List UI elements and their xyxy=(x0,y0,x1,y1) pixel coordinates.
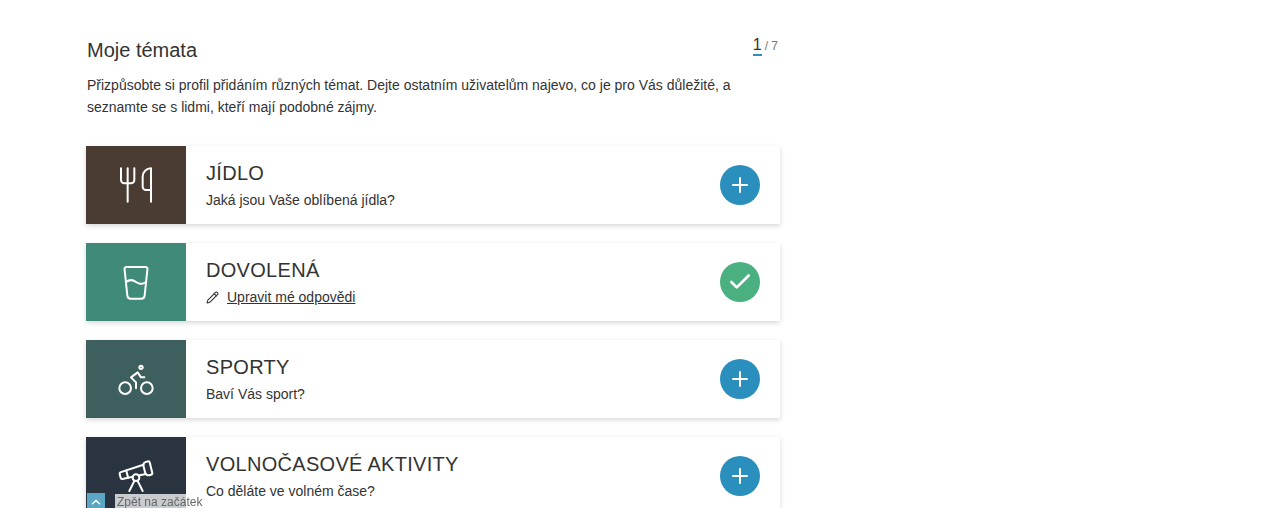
pager: 1/ 7 xyxy=(753,36,780,56)
topic-body: SPORTY Baví Vás sport? xyxy=(186,340,780,418)
topic-subtitle: Co děláte ve volném čase? xyxy=(206,482,459,500)
topic-subtitle: Baví Vás sport? xyxy=(206,385,305,403)
edit-answers-link[interactable]: Upravit mé odpovědi xyxy=(206,288,355,306)
add-topic-button[interactable] xyxy=(720,456,760,496)
page-title: Moje témata xyxy=(87,36,197,64)
topic-texts: SPORTY Baví Vás sport? xyxy=(206,355,305,403)
header: Moje témata 1/ 7 xyxy=(86,36,780,64)
current-page: 1 xyxy=(753,36,762,56)
topic-body: DOVOLENÁ Upravit mé odpovědi xyxy=(186,243,780,321)
back-to-top[interactable]: Zpět na začátek xyxy=(87,493,204,508)
topic-card[interactable]: DOVOLENÁ Upravit mé odpovědi xyxy=(86,243,780,321)
chevron-up-icon xyxy=(89,495,103,508)
topic-photo xyxy=(86,146,186,224)
back-to-top-button xyxy=(87,493,105,508)
topic-photo xyxy=(86,340,186,418)
check-icon xyxy=(727,269,753,295)
topic-texts: JÍDLO Jaká jsou Vaše oblíbená jídla? xyxy=(206,161,395,209)
topic-card[interactable]: SPORTY Baví Vás sport? xyxy=(86,340,780,418)
topic-body: JÍDLO Jaká jsou Vaše oblíbená jídla? xyxy=(186,146,780,224)
add-topic-button[interactable] xyxy=(720,165,760,205)
add-topic-button[interactable] xyxy=(720,359,760,399)
topic-photo xyxy=(86,243,186,321)
food-icon xyxy=(116,165,156,205)
topic-subtitle: Jaká jsou Vaše oblíbená jídla? xyxy=(206,191,395,209)
topic-list: JÍDLO Jaká jsou Vaše oblíbená jídla? DOVOL… xyxy=(86,146,780,508)
topic-title: SPORTY xyxy=(206,355,305,379)
bicycle-icon xyxy=(116,359,156,399)
topic-texts: DOVOLENÁ Upravit mé odpovědi xyxy=(206,258,355,306)
topic-texts: VOLNOČASOVÉ AKTIVITY Co děláte ve volném … xyxy=(206,452,459,500)
topics-page: Moje témata 1/ 7 Přizpůsobte si profil při… xyxy=(86,0,780,508)
completed-button[interactable] xyxy=(720,262,760,302)
pencil-icon xyxy=(206,291,219,304)
telescope-icon xyxy=(116,456,156,496)
topic-body: VOLNOČASOVÉ AKTIVITY Co děláte ve volném … xyxy=(186,437,780,508)
plus-icon xyxy=(728,367,752,391)
plus-icon xyxy=(728,464,752,488)
drink-icon xyxy=(116,262,156,302)
plus-icon xyxy=(728,173,752,197)
topic-title: DOVOLENÁ xyxy=(206,258,355,282)
back-to-top-label: Zpět na začátek xyxy=(115,494,204,508)
topic-title: VOLNOČASOVÉ AKTIVITY xyxy=(206,452,459,476)
total-pages: / 7 xyxy=(765,39,778,53)
topic-title: JÍDLO xyxy=(206,161,395,185)
topic-card[interactable]: JÍDLO Jaká jsou Vaše oblíbená jídla? xyxy=(86,146,780,224)
description: Přizpůsobte si profil přidáním různých t… xyxy=(87,74,780,118)
